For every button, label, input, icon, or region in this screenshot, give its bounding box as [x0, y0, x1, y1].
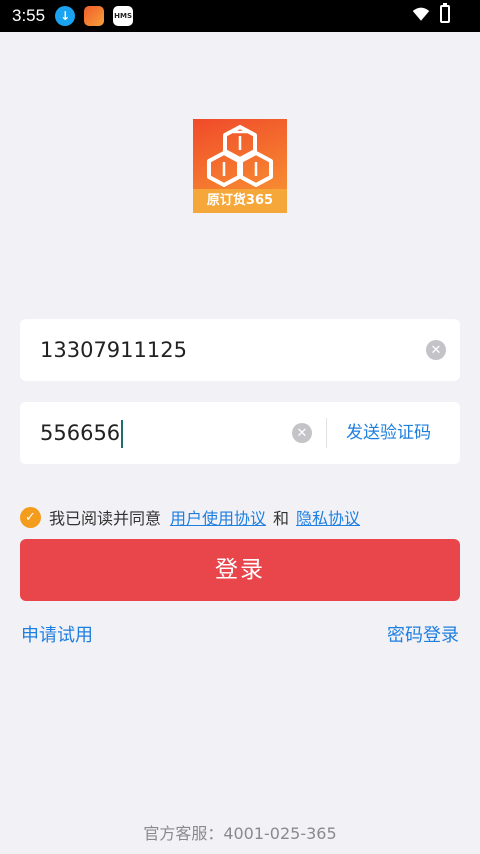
- status-right: [412, 3, 450, 23]
- phone-field-card: 13307911125 ✕: [20, 319, 460, 381]
- wifi-icon: [412, 7, 430, 21]
- clear-icon[interactable]: ✕: [292, 423, 312, 443]
- code-value: 556656: [40, 421, 121, 445]
- agreement-row: ✓ 我已阅读并同意 用户使用协议 和 隐私协议: [20, 505, 360, 529]
- agree-checkbox[interactable]: ✓: [20, 506, 41, 528]
- hms-icon: HMS: [113, 6, 134, 26]
- battery-charging-icon: [440, 3, 450, 23]
- agreement-and: 和: [273, 509, 290, 528]
- privacy-link[interactable]: 隐私协议: [296, 505, 360, 529]
- divider: [326, 418, 327, 448]
- send-code-button[interactable]: 发送验证码: [346, 402, 431, 464]
- verification-code-input[interactable]: 556656: [40, 402, 124, 464]
- download-icon: ↓: [55, 6, 76, 26]
- login-button[interactable]: 登录: [20, 539, 460, 601]
- phone-input[interactable]: 13307911125: [40, 319, 187, 381]
- password-login-link[interactable]: 密码登录: [387, 621, 459, 647]
- terms-link[interactable]: 用户使用协议: [170, 505, 266, 529]
- status-bar: 3:55 ↓ HMS: [0, 0, 480, 32]
- text-caret: [121, 420, 124, 448]
- status-time: 3:55: [12, 6, 46, 25]
- apply-trial-link[interactable]: 申请试用: [21, 621, 93, 647]
- clear-icon[interactable]: ✕: [426, 340, 446, 360]
- customer-service-text: 官方客服：4001-025-365: [143, 824, 337, 843]
- agreement-text: 我已阅读并同意: [49, 509, 162, 528]
- app-notification-icon: [84, 6, 105, 26]
- code-field-card: 556656 ✕ 发送验证码: [20, 402, 460, 464]
- cube-logo-icon: [207, 125, 273, 187]
- logo-label: 原订货365: [193, 189, 287, 213]
- app-logo: 原订货365: [193, 119, 287, 213]
